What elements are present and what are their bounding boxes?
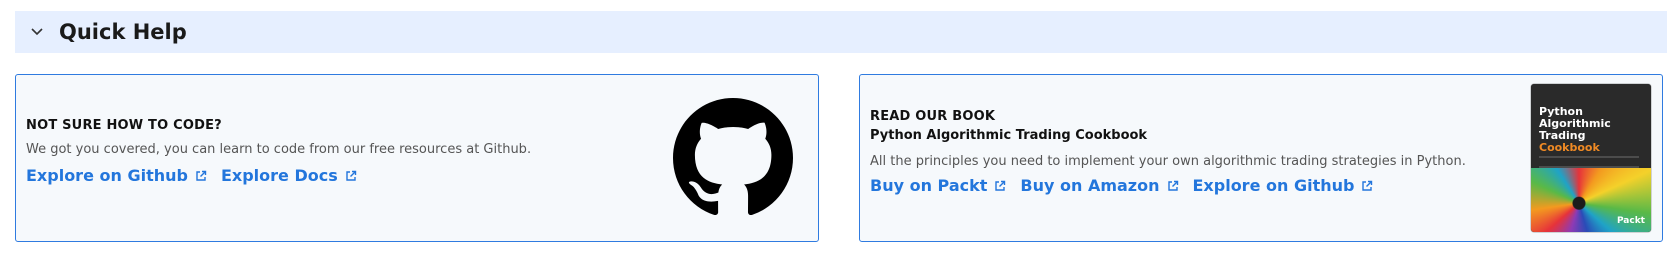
external-link-icon — [345, 170, 357, 182]
cover-subtitle-line: Cookbook — [1539, 141, 1600, 154]
external-link-icon — [1167, 180, 1179, 192]
book-title: Python Algorithmic Trading Cookbook — [870, 128, 1148, 143]
card-links: Explore on Github Explore Docs — [26, 166, 357, 185]
explore-github-link[interactable]: Explore on Github — [1193, 176, 1374, 195]
card-description: All the principles you need to implement… — [870, 154, 1466, 169]
link-label: Buy on Amazon — [1020, 176, 1160, 195]
book-card: READ OUR BOOK Python Algorithmic Trading… — [859, 74, 1663, 242]
cover-title-line: Python Algorithmic Trading — [1539, 105, 1611, 142]
code-help-card: NOT SURE HOW TO CODE? We got you covered… — [15, 74, 819, 242]
card-eyebrow: NOT SURE HOW TO CODE? — [26, 118, 222, 133]
external-link-icon — [994, 180, 1006, 192]
book-cover-image[interactable]: Python Algorithmic Trading Cookbook Pack… — [1531, 84, 1651, 232]
external-link-icon — [195, 170, 207, 182]
quick-help-header[interactable]: Quick Help — [15, 11, 1667, 53]
link-label: Explore on Github — [1192, 176, 1355, 195]
card-links: Buy on Packt Buy on Amazon Explore on Gi… — [870, 176, 1373, 195]
chevron-down-icon[interactable] — [29, 24, 45, 40]
link-label: Explore on Github — [26, 166, 188, 185]
buy-on-amazon-link[interactable]: Buy on Amazon — [1020, 176, 1178, 195]
cover-blurb — [1539, 156, 1639, 168]
publisher-logo: Packt — [1616, 216, 1645, 226]
explore-github-link[interactable]: Explore on Github — [26, 166, 207, 185]
link-label: Explore Docs — [220, 166, 338, 185]
link-label: Buy on Packt — [870, 176, 988, 195]
section-title: Quick Help — [59, 20, 187, 44]
external-link-icon — [1361, 180, 1373, 192]
github-logo-icon — [673, 98, 793, 218]
card-description: We got you covered, you can learn to cod… — [26, 142, 532, 157]
cover-title: Python Algorithmic Trading Cookbook — [1539, 106, 1645, 154]
card-eyebrow: READ OUR BOOK — [870, 109, 996, 124]
explore-docs-link[interactable]: Explore Docs — [221, 166, 357, 185]
buy-on-packt-link[interactable]: Buy on Packt — [870, 176, 1006, 195]
